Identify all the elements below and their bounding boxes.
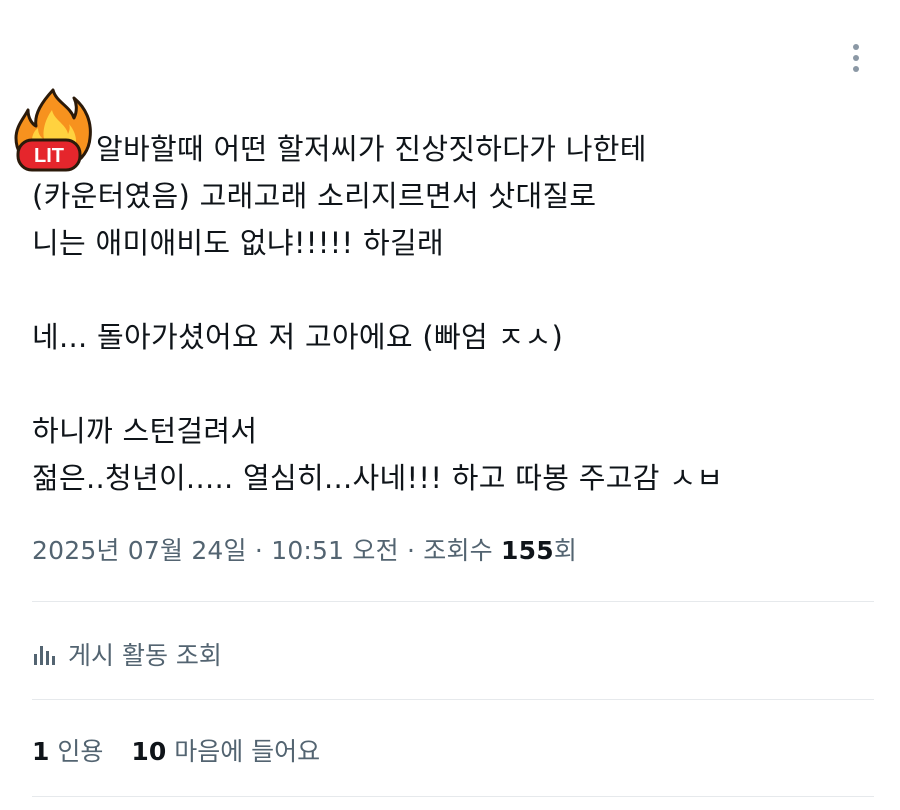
engagement-stats: 1 인용 10 마음에 들어요: [32, 732, 320, 768]
tweet-text-line: 알바할때 어떤 할저씨가 진상짓하다가 나한테: [96, 132, 647, 166]
views-count: 155: [501, 536, 554, 565]
divider: [32, 601, 874, 602]
likes-link[interactable]: 10 마음에 들어요: [131, 732, 320, 768]
tweet-meta: 2025년 07월 24일 · 10:51 오전 · 조회수 155회: [32, 531, 577, 567]
tweet-text-line: 니는 애미애비도 없냐!!!!! 하길래: [32, 226, 444, 260]
tweet-text-line: (카운터였음) 고래고래 소리지르면서 삿대질로: [32, 179, 597, 213]
tweet-text-line: 하니까 스턴걸려서: [32, 414, 258, 448]
post-date[interactable]: 2025년 07월 24일: [32, 536, 247, 565]
meta-separator: ·: [406, 536, 416, 565]
likes-count: 10: [131, 737, 167, 766]
likes-label: 마음에 들어요: [174, 737, 321, 766]
divider: [32, 796, 874, 797]
more-dot-icon: [853, 55, 859, 61]
meta-separator: ·: [254, 536, 264, 565]
tweet-text-line: 네... 돌아가셨어요 저 고아에요 (빠엄 ㅈㅅ): [32, 320, 564, 354]
post-activity-button[interactable]: 게시 활동 조회: [32, 636, 222, 672]
more-dot-icon: [853, 44, 859, 50]
tweet-text-blank: [32, 267, 862, 314]
post-activity-label: 게시 활동 조회: [68, 641, 222, 670]
tweet-text: 알바할때 어떤 할저씨가 진상짓하다가 나한테 (카운터였음) 고래고래 소리지…: [32, 126, 862, 502]
views-suffix: 회: [553, 536, 578, 565]
bar-chart-icon: [34, 646, 55, 665]
tweet-text-line: 젊은..청년이..... 열심히...사네!!! 하고 따봉 주고감 ㅅㅂ: [32, 461, 724, 495]
quotes-link[interactable]: 1 인용: [32, 732, 103, 768]
views-label: 조회수: [423, 536, 493, 565]
more-options-button[interactable]: [842, 40, 870, 76]
post-time[interactable]: 10:51 오전: [271, 536, 399, 565]
quotes-count: 1: [32, 737, 50, 766]
quotes-label: 인용: [57, 737, 104, 766]
tweet-text-blank: [32, 361, 862, 408]
divider: [32, 699, 874, 700]
more-dot-icon: [853, 66, 859, 72]
